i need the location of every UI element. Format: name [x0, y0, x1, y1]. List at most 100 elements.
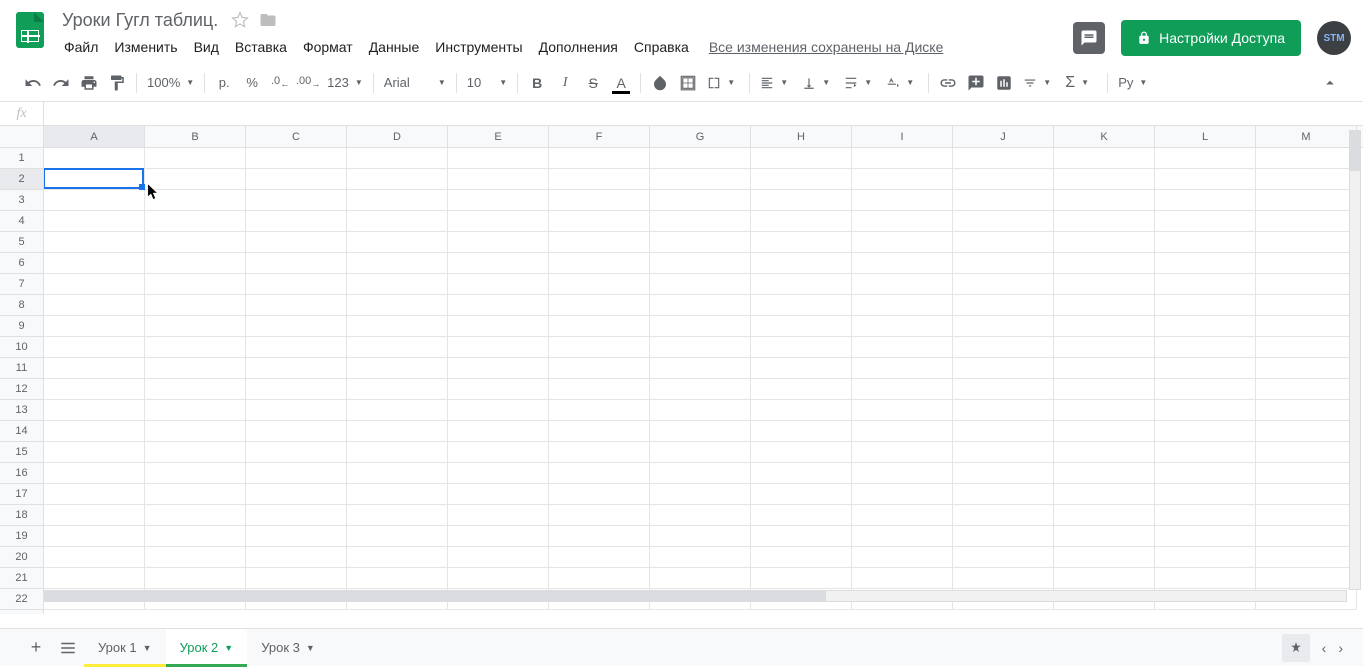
cell[interactable]	[44, 526, 145, 547]
cell[interactable]	[650, 190, 751, 211]
column-header[interactable]: J	[953, 126, 1054, 147]
cell[interactable]	[246, 358, 347, 379]
cell[interactable]	[145, 295, 246, 316]
column-header[interactable]: D	[347, 126, 448, 147]
cell[interactable]	[852, 547, 953, 568]
cell[interactable]	[549, 568, 650, 589]
cell[interactable]	[1155, 463, 1256, 484]
cell[interactable]	[246, 505, 347, 526]
cell[interactable]	[650, 211, 751, 232]
cell[interactable]	[44, 211, 145, 232]
cell[interactable]	[1256, 463, 1357, 484]
row-header[interactable]: 7	[0, 274, 43, 295]
cell[interactable]	[1256, 379, 1357, 400]
cell[interactable]	[448, 526, 549, 547]
insert-comment-button[interactable]	[963, 70, 989, 96]
cell[interactable]	[1155, 526, 1256, 547]
cell[interactable]	[1054, 148, 1155, 169]
cell[interactable]	[448, 211, 549, 232]
row-header[interactable]: 16	[0, 463, 43, 484]
cell[interactable]	[650, 547, 751, 568]
cell[interactable]	[246, 547, 347, 568]
sheet-tab-3[interactable]: Урок 3▼	[247, 629, 329, 667]
cell[interactable]	[145, 169, 246, 190]
cell[interactable]	[1256, 526, 1357, 547]
cell[interactable]	[347, 274, 448, 295]
cell[interactable]	[145, 211, 246, 232]
add-sheet-button[interactable]: +	[20, 632, 52, 664]
cell[interactable]	[549, 379, 650, 400]
cell[interactable]	[549, 274, 650, 295]
cell[interactable]	[1054, 505, 1155, 526]
cell[interactable]	[751, 148, 852, 169]
cell[interactable]	[145, 232, 246, 253]
strikethrough-button[interactable]: S	[580, 70, 606, 96]
cell[interactable]	[549, 232, 650, 253]
cell[interactable]	[751, 484, 852, 505]
cell[interactable]	[549, 169, 650, 190]
cell[interactable]	[145, 421, 246, 442]
row-header[interactable]: 20	[0, 547, 43, 568]
cell[interactable]	[953, 316, 1054, 337]
cell[interactable]	[246, 526, 347, 547]
cell[interactable]	[1155, 169, 1256, 190]
row-header[interactable]: 8	[0, 295, 43, 316]
row-header[interactable]: 18	[0, 505, 43, 526]
cell[interactable]	[448, 358, 549, 379]
row-header[interactable]: 22	[0, 589, 43, 610]
cell[interactable]	[347, 568, 448, 589]
cell[interactable]	[549, 148, 650, 169]
collapse-toolbar-button[interactable]	[1317, 70, 1343, 96]
cell[interactable]	[549, 211, 650, 232]
cell[interactable]	[448, 232, 549, 253]
cell[interactable]	[246, 400, 347, 421]
cell[interactable]	[145, 379, 246, 400]
cell[interactable]	[145, 484, 246, 505]
cell[interactable]	[852, 379, 953, 400]
cell[interactable]	[246, 232, 347, 253]
cell[interactable]	[1054, 274, 1155, 295]
cell[interactable]	[448, 274, 549, 295]
share-button[interactable]: Настройки Доступа	[1121, 20, 1301, 56]
cell[interactable]	[852, 358, 953, 379]
text-wrap-button[interactable]: ▼	[840, 70, 880, 96]
cell[interactable]	[1155, 295, 1256, 316]
cell[interactable]	[145, 358, 246, 379]
cell[interactable]	[448, 253, 549, 274]
cell[interactable]	[1155, 148, 1256, 169]
menu-addons[interactable]: Дополнения	[531, 35, 626, 59]
cell[interactable]	[852, 148, 953, 169]
cell[interactable]	[1155, 316, 1256, 337]
cell[interactable]	[1155, 211, 1256, 232]
cell[interactable]	[347, 148, 448, 169]
cell[interactable]	[852, 253, 953, 274]
cell[interactable]	[347, 295, 448, 316]
cell[interactable]	[1155, 547, 1256, 568]
cell[interactable]	[751, 190, 852, 211]
menu-format[interactable]: Формат	[295, 35, 361, 59]
cell[interactable]	[1054, 568, 1155, 589]
cell[interactable]	[650, 400, 751, 421]
cell[interactable]	[751, 379, 852, 400]
cell[interactable]	[751, 400, 852, 421]
cell[interactable]	[145, 274, 246, 295]
cell[interactable]	[751, 505, 852, 526]
cell[interactable]	[44, 232, 145, 253]
cell[interactable]	[448, 568, 549, 589]
cell[interactable]	[448, 316, 549, 337]
cell[interactable]	[1054, 232, 1155, 253]
italic-button[interactable]: I	[552, 70, 578, 96]
cell[interactable]	[953, 526, 1054, 547]
all-sheets-button[interactable]	[52, 632, 84, 664]
cell[interactable]	[650, 484, 751, 505]
percent-button[interactable]: %	[239, 70, 265, 96]
cell[interactable]	[953, 232, 1054, 253]
menu-tools[interactable]: Инструменты	[427, 35, 530, 59]
menu-file[interactable]: Файл	[56, 35, 106, 59]
input-tools-button[interactable]: Ру▼	[1114, 70, 1154, 96]
row-header[interactable]: 17	[0, 484, 43, 505]
row-header[interactable]: 1	[0, 148, 43, 169]
cell[interactable]	[145, 253, 246, 274]
cell[interactable]	[44, 421, 145, 442]
row-header[interactable]: 9	[0, 316, 43, 337]
